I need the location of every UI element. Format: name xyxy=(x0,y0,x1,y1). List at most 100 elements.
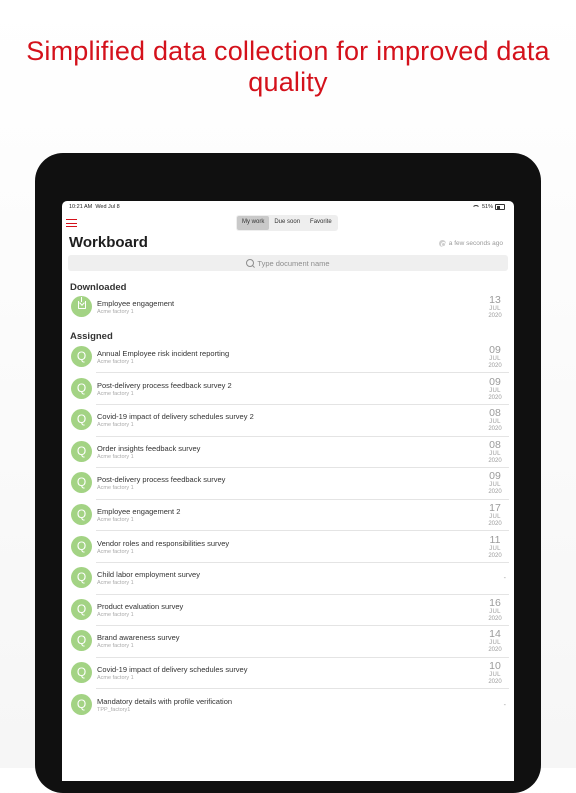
avatar: Q xyxy=(71,472,92,494)
document-name: Vendor roles and responsibilities survey xyxy=(97,538,230,548)
no-due-date: - xyxy=(503,701,506,709)
list-item[interactable]: Q Child labor employment survey Acme facto… xyxy=(62,563,514,595)
document-name: Employee engagement xyxy=(97,299,175,308)
due-date: 16 JUL 2020 xyxy=(483,596,507,623)
due-day: 11 xyxy=(489,533,501,546)
tab-my-work[interactable]: My work xyxy=(237,216,270,230)
document-location: Acme factory 1 xyxy=(97,517,134,523)
document-location: Acme factory 1 xyxy=(97,390,134,397)
due-day: 17 xyxy=(489,502,501,514)
list-item[interactable]: Q Covid-19 impact of delivery schedules s… xyxy=(62,658,514,689)
due-date: 17 JUL 2020 xyxy=(483,503,507,528)
app-screen: 10:21 AM Wed Jul 8 51% My work Due soon … xyxy=(62,201,514,781)
due-day: 13 xyxy=(489,294,501,306)
list-item[interactable]: Q Employee engagement 2 Acme factory 1 17 JU… xyxy=(62,500,514,531)
due-date: 14 JUL 2020 xyxy=(483,629,507,654)
avatar: Q xyxy=(71,693,92,715)
search-placeholder: Type document name xyxy=(257,258,330,268)
document-location: Acme factory 1 xyxy=(97,309,134,315)
due-month: JUL xyxy=(489,356,501,362)
list-item[interactable]: Q Mandatory details with profile verifica… xyxy=(62,690,514,721)
document-name: Covid-19 impact of delivery schedules su… xyxy=(97,412,254,422)
document-name: Product evaluation survey xyxy=(97,601,184,611)
due-month: JUL xyxy=(489,545,501,552)
due-date: 09 JUL 2020 xyxy=(483,375,507,402)
avatar: Q xyxy=(71,409,92,431)
list-item[interactable]: Q Product evaluation survey Acme factory 1… xyxy=(62,595,514,626)
document-name: Employee engagement 2 xyxy=(97,507,181,516)
due-day: 16 xyxy=(489,596,501,609)
avatar xyxy=(71,296,92,317)
document-location: Acme factory 1 xyxy=(97,611,134,618)
due-month: JUL xyxy=(489,482,501,489)
avatar: Q xyxy=(71,630,92,652)
due-day: 14 xyxy=(489,628,501,641)
due-year: 2020 xyxy=(488,363,502,369)
due-month: JUL xyxy=(489,514,501,520)
avatar: Q xyxy=(71,346,92,367)
due-year: 2020 xyxy=(488,394,502,401)
document-location: Acme factory 1 xyxy=(97,675,134,681)
list-item[interactable]: Employee engagement Acme factory 1 13 JU… xyxy=(62,292,514,323)
due-day: 10 xyxy=(489,660,501,672)
download-icon xyxy=(77,297,86,309)
document-location: Acme factory 1 xyxy=(97,548,134,555)
document-name: Annual Employee risk incident reporting xyxy=(97,349,230,358)
due-date: 13 JUL 2020 xyxy=(483,295,507,320)
due-date: 08 JUL 2020 xyxy=(483,438,507,465)
due-month: JUL xyxy=(489,450,501,457)
list-item[interactable]: Q Covid-19 impact of delivery schedules s… xyxy=(62,405,514,437)
document-location: Acme factory 1 xyxy=(97,422,134,429)
document-name: Covid-19 impact of delivery schedules su… xyxy=(97,665,248,674)
due-date: 11 JUL 2020 xyxy=(483,533,507,560)
due-year: 2020 xyxy=(488,615,502,622)
wifi-icon xyxy=(471,204,480,210)
due-day: 09 xyxy=(489,375,501,388)
document-name: Order insights feedback survey xyxy=(97,443,201,453)
sync-icon xyxy=(438,240,446,247)
due-month: JUL xyxy=(489,640,501,647)
tab-segmented-control: My work Due soon Favorite xyxy=(236,215,338,231)
document-name: Child labor employment survey xyxy=(97,570,200,580)
tab-due-soon[interactable]: Due soon xyxy=(269,216,305,230)
due-month: JUL xyxy=(489,306,501,312)
due-year: 2020 xyxy=(488,489,502,496)
section-title-assigned: Assigned xyxy=(70,331,113,342)
list-item[interactable]: Q Post-delivery process feedback survey 2… xyxy=(62,374,514,405)
tab-favorite[interactable]: Favorite xyxy=(305,216,337,230)
due-day: 08 xyxy=(489,407,501,420)
sync-status[interactable]: a few seconds ago xyxy=(438,240,503,247)
due-month: JUL xyxy=(489,672,501,678)
sync-text: a few seconds ago xyxy=(448,240,503,247)
due-day: 08 xyxy=(489,438,501,451)
list-item[interactable]: Q Brand awareness survey Acme factory 1 14 J… xyxy=(62,626,514,658)
hamburger-icon[interactable] xyxy=(66,218,78,228)
due-year: 2020 xyxy=(488,313,502,319)
search-input[interactable]: Type document name xyxy=(68,255,508,271)
due-month: JUL xyxy=(489,387,501,394)
list-item[interactable]: Q Order insights feedback survey Acme fact… xyxy=(62,437,514,468)
document-location: Acme factory 1 xyxy=(97,485,134,492)
document-name: Post-delivery process feedback survey xyxy=(97,475,226,485)
status-bar: 10:21 AM Wed Jul 8 51% xyxy=(62,201,514,213)
due-year: 2020 xyxy=(488,521,502,527)
avatar: Q xyxy=(71,440,92,462)
due-date: 10 JUL 2020 xyxy=(483,661,507,686)
headline: Simplified data collection for improved … xyxy=(26,36,550,97)
list-item[interactable]: Q Annual Employee risk incident reporting… xyxy=(62,342,514,373)
document-name: Brand awareness survey xyxy=(97,633,180,643)
list-item[interactable]: Q Vendor roles and responsibilities surve… xyxy=(62,532,514,563)
document-location: Acme factory 1 xyxy=(97,453,134,460)
avatar: Q xyxy=(71,504,92,525)
due-month: JUL xyxy=(489,608,501,615)
document-location: Acme factory 1 xyxy=(97,580,134,587)
list-item[interactable]: Q Post-delivery process feedback survey Ac… xyxy=(62,468,514,500)
due-date: 09 JUL 2020 xyxy=(483,345,507,370)
due-date: 09 JUL 2020 xyxy=(483,471,507,496)
due-date: 08 JUL 2020 xyxy=(483,408,507,433)
due-month: JUL xyxy=(489,419,501,426)
document-location: Acme factory 1 xyxy=(97,643,134,650)
document-location: Acme factory 1 xyxy=(97,359,134,365)
due-day: 09 xyxy=(489,344,501,356)
avatar: Q xyxy=(71,535,92,557)
